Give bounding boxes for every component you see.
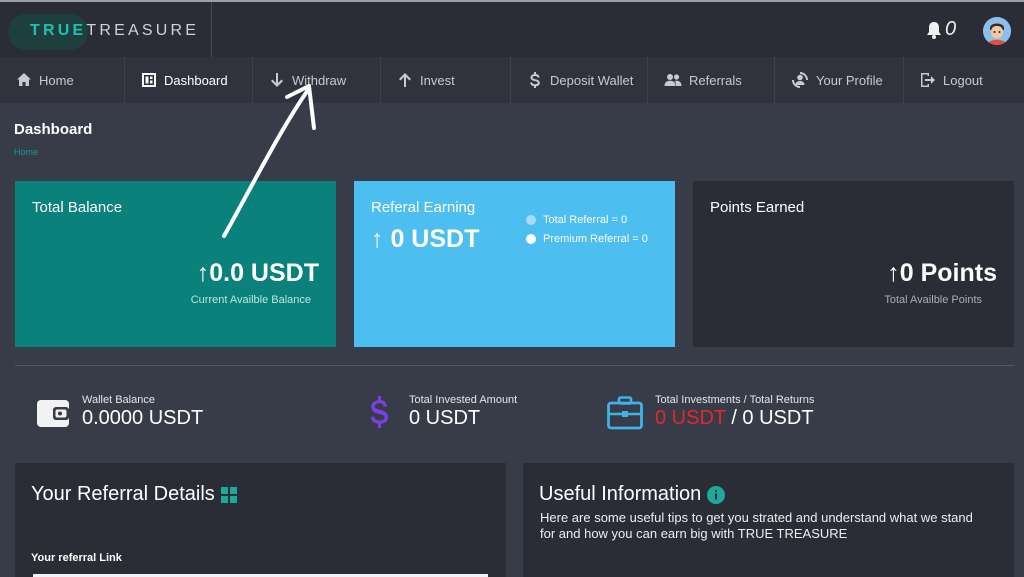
users-icon bbox=[664, 74, 682, 86]
points-earned-card: Points Earned ↑0 Points Total Availble P… bbox=[693, 181, 1014, 347]
notification-count: 0 bbox=[945, 18, 957, 40]
nav-deposit-wallet-label: Deposit Wallet bbox=[550, 72, 634, 88]
top-bar: TRUETREASURE 0 bbox=[0, 0, 1024, 57]
brand-part-1: TRUE bbox=[30, 22, 87, 39]
referral-details-title: Your Referral Details bbox=[31, 483, 237, 506]
nav-withdraw-label: Withdraw bbox=[292, 72, 347, 88]
info-icon bbox=[707, 485, 726, 504]
avatar-face-icon bbox=[983, 17, 1011, 45]
bell-icon[interactable] bbox=[926, 21, 942, 39]
legend-dot-white bbox=[526, 234, 536, 244]
total-balance-card: Total Balance ↑0.0 USDT Current Availble… bbox=[15, 181, 336, 347]
total-invested-value: 0 USDT bbox=[409, 407, 481, 429]
nav-invest-label: Invest bbox=[420, 72, 455, 88]
useful-information-title-text: Useful Information bbox=[539, 483, 702, 505]
arrow-up-icon bbox=[399, 73, 411, 87]
total-invested-stat: Total Invested Amount 0 USDT bbox=[409, 394, 517, 430]
wallet-balance-label: Wallet Balance bbox=[82, 394, 155, 406]
user-avatar-icon[interactable] bbox=[983, 17, 1011, 45]
nav-dashboard-label: Dashboard bbox=[164, 72, 228, 88]
nav-dashboard[interactable]: Dashboard bbox=[125, 57, 253, 103]
total-investments-value: 0 USDT bbox=[655, 407, 726, 429]
points-earned-amount: ↑0 Points bbox=[887, 259, 997, 287]
points-earned-title: Points Earned bbox=[710, 199, 805, 216]
referral-details-panel: Your Referral Details Your referral Link bbox=[15, 463, 506, 577]
nav-logout[interactable]: Logout bbox=[904, 57, 1024, 103]
dollar-icon bbox=[530, 72, 540, 88]
legend-dot-light bbox=[526, 215, 536, 225]
nav-your-profile-label: Your Profile bbox=[816, 72, 883, 88]
total-referral-text: Total Referral = 0 bbox=[543, 214, 628, 226]
nav-logout-label: Logout bbox=[943, 72, 983, 88]
useful-information-title: Useful Information bbox=[539, 483, 726, 506]
investments-returns-stat: Total Investments / Total Returns 0 USDT… bbox=[655, 394, 814, 430]
nav-your-profile[interactable]: Your Profile bbox=[775, 57, 904, 103]
legend-total-referral: Total Referral = 0 bbox=[526, 211, 648, 230]
total-returns-value: / 0 USDT bbox=[725, 407, 814, 429]
referral-earning-title: Referal Earning bbox=[371, 199, 476, 216]
dollar-icon bbox=[370, 396, 388, 428]
useful-information-panel: Useful Information Here are some useful … bbox=[523, 463, 1014, 577]
referral-details-title-text: Your Referral Details bbox=[31, 483, 215, 505]
referral-link-label: Your referral Link bbox=[31, 552, 122, 564]
wallet-balance-value: 0.0000 USDT bbox=[82, 407, 204, 429]
total-invested-label: Total Invested Amount bbox=[409, 394, 518, 406]
total-balance-amount: ↑0.0 USDT bbox=[196, 259, 319, 287]
total-balance-sub: Current Availble Balance bbox=[190, 294, 311, 306]
referral-earning-card: Referal Earning ↑ 0 USDT Total Referral … bbox=[354, 181, 675, 347]
brand-part-2: TREASURE bbox=[86, 22, 200, 39]
profile-icon bbox=[792, 72, 808, 88]
investments-returns-value: 0 USDT / 0 USDT bbox=[655, 407, 814, 430]
logout-icon bbox=[921, 73, 935, 87]
points-earned-sub: Total Availble Points bbox=[884, 294, 982, 306]
nav-referrals[interactable]: Referrals bbox=[648, 57, 775, 103]
wallet-balance-stat: Wallet Balance 0.0000 USDT bbox=[82, 394, 203, 430]
main-nav: Home Dashboard Withdraw Invest Deposit W… bbox=[0, 57, 1024, 103]
nav-deposit-wallet[interactable]: Deposit Wallet bbox=[511, 57, 648, 103]
nav-home-label: Home bbox=[39, 72, 74, 88]
referral-earning-amount: ↑ 0 USDT bbox=[371, 225, 480, 253]
referral-legend: Total Referral = 0 Premium Referral = 0 bbox=[526, 211, 648, 249]
nav-invest[interactable]: Invest bbox=[381, 57, 511, 103]
grid-icon bbox=[220, 486, 237, 503]
nav-home[interactable]: Home bbox=[0, 57, 125, 103]
legend-premium-referral: Premium Referral = 0 bbox=[526, 230, 648, 249]
brand-name: TRUETREASURE bbox=[30, 22, 199, 40]
home-icon bbox=[17, 73, 31, 86]
investments-returns-label: Total Investments / Total Returns bbox=[655, 394, 815, 406]
arrow-down-icon bbox=[271, 73, 283, 87]
nav-withdraw[interactable]: Withdraw bbox=[253, 57, 381, 103]
premium-referral-text: Premium Referral = 0 bbox=[543, 233, 648, 245]
useful-information-text: Here are some useful tips to get you str… bbox=[540, 510, 973, 541]
page-title: Dashboard bbox=[14, 121, 93, 138]
section-divider bbox=[15, 365, 1014, 366]
briefcase-icon bbox=[607, 396, 643, 430]
dashboard-icon bbox=[142, 73, 156, 87]
nav-referrals-label: Referrals bbox=[689, 72, 742, 88]
total-balance-title: Total Balance bbox=[32, 199, 123, 216]
wallet-icon bbox=[37, 400, 69, 427]
breadcrumb-home[interactable]: Home bbox=[14, 147, 38, 157]
logo[interactable]: TRUETREASURE bbox=[0, 2, 212, 57]
